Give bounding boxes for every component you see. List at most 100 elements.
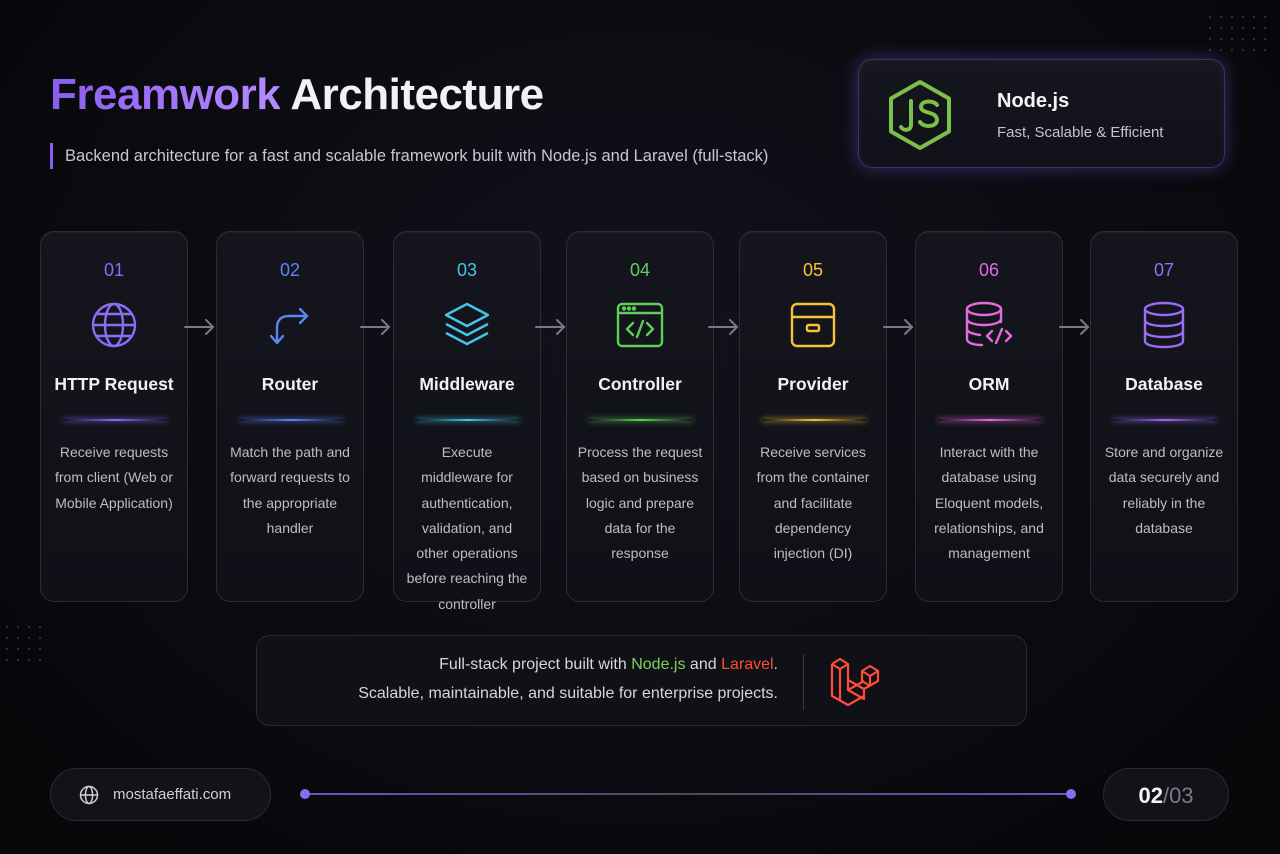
- laravel-highlight: Laravel: [721, 656, 774, 673]
- decor-dot: [1220, 49, 1222, 51]
- step-middleware: 03 Middleware Execute middleware for aut…: [393, 231, 541, 612]
- step-divider: [416, 419, 520, 421]
- decor-dot: [1231, 38, 1233, 40]
- decor-dot: [17, 637, 19, 639]
- step-router: 02 Router Match the path and forward req…: [216, 231, 364, 602]
- step-name: Provider: [777, 374, 849, 394]
- decor-dot: [1242, 49, 1244, 51]
- decor-dot: [1264, 49, 1266, 51]
- step-divider: [762, 419, 866, 421]
- decor-dot: [6, 637, 8, 639]
- step-description: Interact with the database using Eloquen…: [934, 444, 1044, 562]
- step-divider: [239, 419, 343, 421]
- step-number: 03: [456, 260, 478, 280]
- website-link[interactable]: mostafaeffati.com: [50, 768, 271, 821]
- page-subtitle: Backend architecture for a fast and scal…: [50, 143, 768, 169]
- flow-arrow-icon: [535, 319, 566, 335]
- decor-dot: [1209, 38, 1211, 40]
- summary-text: and: [685, 656, 722, 673]
- step-description: Process the request based on business lo…: [577, 444, 703, 562]
- title-accent: Freamwork: [50, 70, 281, 119]
- database-icon: [1143, 301, 1185, 349]
- step-name: Middleware: [419, 374, 515, 394]
- progress-dot-start: [300, 789, 310, 799]
- nodejs-subtitle: Fast, Scalable & Efficient: [997, 124, 1164, 141]
- decor-dot: [39, 626, 41, 628]
- decor-dot: [1242, 16, 1244, 18]
- title-rest: Architecture: [290, 70, 544, 119]
- step-http-request: 01 HTTP Request Receive requests from cl…: [40, 231, 188, 602]
- decor-dot: [1220, 27, 1222, 29]
- nodejs-card: Node.js Fast, Scalable & Efficient: [858, 59, 1225, 168]
- flow-arrow-icon: [184, 319, 215, 335]
- decor-dot: [1209, 49, 1211, 51]
- nodejs-highlight: Node.js: [631, 656, 686, 673]
- code-window-icon: [616, 302, 664, 348]
- box-icon: [790, 302, 836, 348]
- decor-dot: [17, 659, 19, 661]
- flow-arrow-icon: [708, 319, 739, 335]
- decor-dot: [1209, 27, 1211, 29]
- summary-text: Full-stack project built with: [439, 656, 632, 673]
- decor-dot: [28, 626, 30, 628]
- database-code-icon: [965, 301, 1013, 347]
- decor-dot: [17, 626, 19, 628]
- page-current: 02: [1138, 783, 1163, 808]
- decor-dot: [1253, 27, 1255, 29]
- decor-dot: [1264, 27, 1266, 29]
- step-orm: 06 ORM Interact with the database using …: [915, 231, 1063, 602]
- decor-dot: [1220, 16, 1222, 18]
- decor-dot: [1242, 38, 1244, 40]
- divider: [803, 654, 804, 710]
- step-controller: 04 Controller Process the request based …: [566, 231, 714, 602]
- decor-dot: [6, 659, 8, 661]
- summary-card: Full-stack project built with Node.js an…: [256, 635, 1027, 726]
- step-description: Execute middleware for authentication, v…: [406, 444, 528, 612]
- decor-dot: [39, 637, 41, 639]
- step-description: Receive requests from client (Web or Mob…: [55, 444, 173, 511]
- decor-dot: [6, 648, 8, 650]
- step-divider: [1113, 419, 1217, 421]
- step-divider: [589, 419, 693, 421]
- progress-dot-end: [1066, 789, 1076, 799]
- step-number: 05: [802, 260, 824, 280]
- step-number: 01: [103, 260, 125, 280]
- page-indicator: 02/03: [1103, 768, 1229, 821]
- step-provider: 05 Provider Receive services from the co…: [739, 231, 887, 602]
- decor-dots-top-right: [1209, 16, 1266, 51]
- flow-arrow-icon: [883, 319, 914, 335]
- step-description: Receive services from the container and …: [756, 444, 870, 562]
- globe-icon: [79, 785, 99, 805]
- step-database: 07 Database Store and organize data secu…: [1090, 231, 1238, 602]
- summary-line-2: Scalable, maintainable, and suitable for…: [358, 685, 778, 702]
- decor-dot: [1231, 49, 1233, 51]
- page-total: 03: [1169, 783, 1194, 808]
- layers-icon: [444, 302, 490, 346]
- step-number: 07: [1153, 260, 1175, 280]
- decor-dot: [1253, 38, 1255, 40]
- decor-dot: [1220, 38, 1222, 40]
- page-title: Freamwork Architecture: [50, 70, 544, 120]
- laravel-logo: [830, 657, 880, 707]
- summary-text: .: [773, 656, 778, 673]
- decor-dot: [28, 648, 30, 650]
- step-number: 02: [279, 260, 301, 280]
- decor-dot: [39, 648, 41, 650]
- step-number: 06: [978, 260, 1000, 280]
- nodejs-logo: [889, 80, 951, 150]
- step-number: 04: [629, 260, 651, 280]
- decor-dot: [1209, 16, 1211, 18]
- step-description: Store and organize data securely and rel…: [1104, 444, 1224, 536]
- step-name: Database: [1125, 374, 1203, 394]
- decor-dot: [1264, 38, 1266, 40]
- step-name: HTTP Request: [54, 374, 174, 394]
- flow-arrow-icon: [360, 319, 391, 335]
- decor-dots-left: [6, 626, 41, 661]
- decor-dot: [1253, 49, 1255, 51]
- decor-dot: [1231, 16, 1233, 18]
- step-name: ORM: [968, 374, 1010, 394]
- step-divider: [63, 419, 167, 421]
- progress-track: [300, 789, 1076, 799]
- step-description: Match the path and forward requests to t…: [230, 444, 350, 536]
- decor-dot: [1253, 16, 1255, 18]
